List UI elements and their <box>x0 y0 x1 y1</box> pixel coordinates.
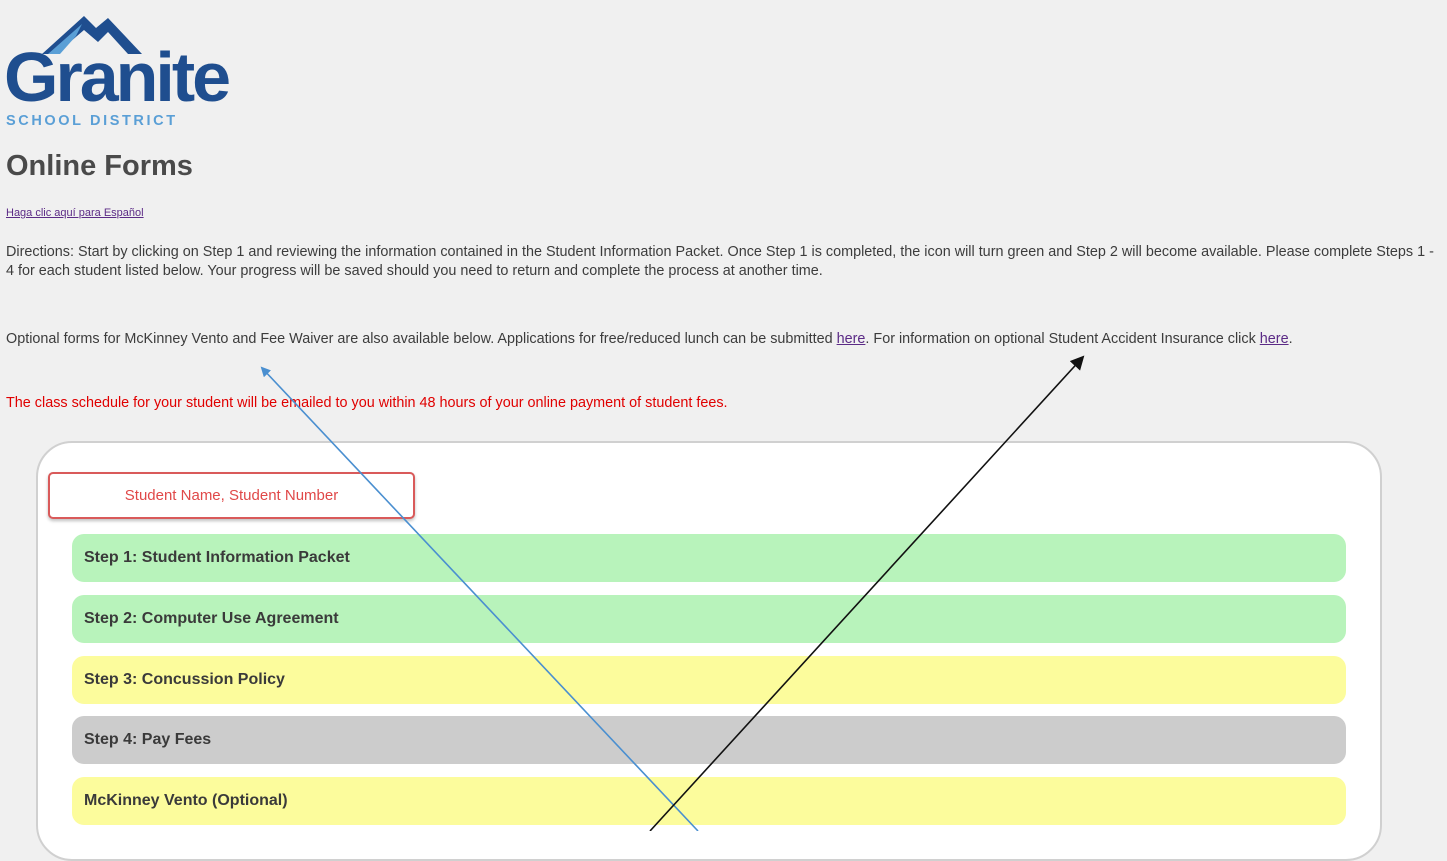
mckinney-vento-optional[interactable]: McKinney Vento (Optional) <box>72 777 1346 825</box>
step-2-computer-use-agreement[interactable]: Step 2: Computer Use Agreement <box>72 595 1346 643</box>
spanish-link[interactable]: Haga clic aquí para Español <box>6 207 144 219</box>
granite-logo: Granite SCHOOL DISTRICT <box>4 10 231 130</box>
step-3-concussion-policy[interactable]: Step 3: Concussion Policy <box>72 656 1346 704</box>
student-name-box: Student Name, Student Number <box>48 472 415 519</box>
optional-text-2: . For information on optional Student Ac… <box>865 331 1260 347</box>
free-lunch-link[interactable]: here <box>837 331 866 347</box>
directions-text: Directions: Start by clicking on Step 1 … <box>6 244 1434 279</box>
schedule-notice: The class schedule for your student will… <box>6 395 728 411</box>
optional-forms-text: Optional forms for McKinney Vento and Fe… <box>6 330 1438 349</box>
logo-wordmark: Granite <box>4 38 231 116</box>
logo-subtitle: SCHOOL DISTRICT <box>6 113 178 129</box>
step-4-pay-fees[interactable]: Step 4: Pay Fees <box>72 716 1346 764</box>
step-1-student-information-packet[interactable]: Step 1: Student Information Packet <box>72 534 1346 582</box>
optional-text-3: . <box>1288 331 1293 347</box>
page-title: Online Forms <box>6 150 193 182</box>
optional-text-1: Optional forms for McKinney Vento and Fe… <box>6 331 837 347</box>
insurance-link[interactable]: here <box>1260 331 1289 347</box>
